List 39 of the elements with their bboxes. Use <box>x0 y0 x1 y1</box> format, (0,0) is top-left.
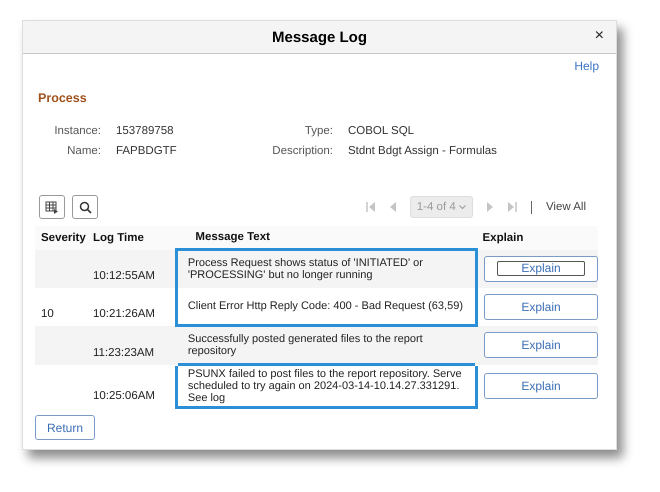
field-label: Type: <box>304 125 334 137</box>
field-value: COBOL SQL <box>348 125 416 137</box>
field-value: 153789758 <box>116 125 175 137</box>
table-cell: PSUNX failed to post files to the report repository. Serve scheduled to try again on 2024-03-14-10.14.27.331291. See log <box>176 364 476 408</box>
table-cell: 10:12:55AM <box>92 250 176 288</box>
return-button[interactable]: Return <box>35 415 95 440</box>
table-cell: 11:23:23AM <box>92 326 176 364</box>
section-heading: Process <box>38 91 88 105</box>
field-value: FAPBDGTF <box>116 145 178 157</box>
column-header: Severity <box>35 226 93 250</box>
explain-button[interactable]: Explain <box>484 256 598 282</box>
explain-button[interactable]: Explain <box>484 294 598 320</box>
column-header: Message Text <box>176 226 476 250</box>
last-page-icon[interactable] <box>508 202 517 212</box>
download-button[interactable] <box>39 195 65 219</box>
explain-button[interactable]: Explain <box>484 332 598 358</box>
field-label: Instance: <box>53 125 102 137</box>
close-button[interactable]: × <box>592 27 606 45</box>
field-label: Name: <box>66 145 102 157</box>
table-cell: 10:21:26AM <box>92 288 176 326</box>
chevron-down-icon <box>458 205 466 210</box>
view-all-link[interactable]: View All <box>546 201 586 213</box>
table-cell: 10:25:06AM <box>92 364 176 408</box>
search-button[interactable] <box>72 195 98 219</box>
column-header: Explain <box>476 226 598 250</box>
search-icon <box>78 200 92 214</box>
grid-export-icon <box>45 200 59 214</box>
next-page-icon[interactable] <box>486 202 494 212</box>
explain-button[interactable]: Explain <box>484 373 598 399</box>
dialog-title: Message Log <box>272 28 368 46</box>
previous-page-icon[interactable] <box>388 202 396 212</box>
table-cell: 10 <box>35 288 93 326</box>
help-link[interactable]: Help <box>574 59 599 73</box>
column-header: Log Time <box>92 226 176 250</box>
field-label: Description: <box>271 145 334 157</box>
field-value: Stdnt Bdgt Assign - Formulas <box>348 145 498 157</box>
table-cell: Process Request shows status of 'INITIATED' or 'PROCESSING' but no longer running <box>176 250 476 288</box>
first-page-icon[interactable] <box>366 202 375 212</box>
table-cell: Successfully posted generated files to the report repository <box>176 326 476 364</box>
